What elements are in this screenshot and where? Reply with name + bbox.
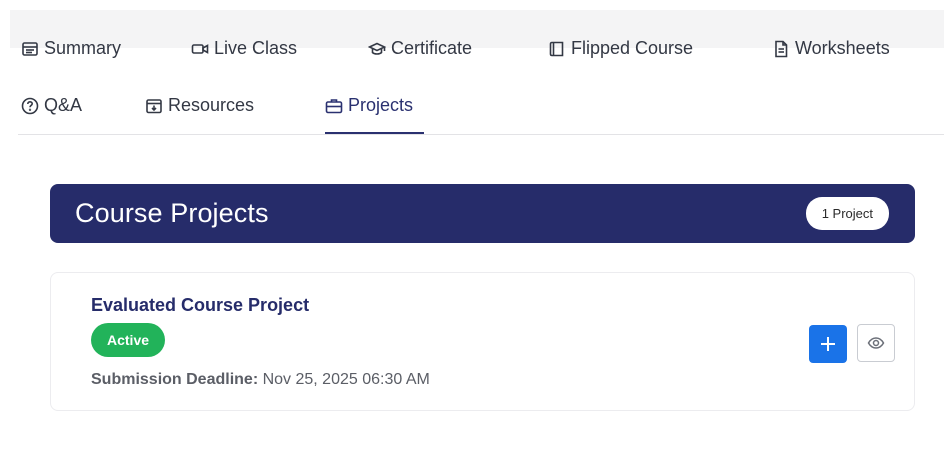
tab-resources[interactable]: Resources [145, 95, 254, 116]
tab-summary-label: Summary [44, 38, 122, 58]
tab-flipped-course-label: Flipped Course [571, 38, 694, 58]
tab-certificate-label: Certificate [391, 38, 473, 58]
add-submission-button[interactable] [809, 325, 847, 363]
download-box-icon [146, 98, 162, 113]
tab-projects-label: Projects [348, 95, 414, 115]
tab-projects[interactable]: Projects [325, 95, 413, 116]
page-title: Course Projects [75, 198, 269, 228]
plus-icon [821, 337, 835, 351]
deadline-label: Submission Deadline: [91, 371, 259, 388]
document-icon [775, 40, 788, 57]
book-icon [549, 41, 564, 56]
briefcase-icon [325, 98, 343, 113]
tab-resources-label: Resources [168, 95, 255, 115]
project-card: Evaluated Course Project Active Submissi… [50, 272, 915, 411]
view-project-button[interactable] [857, 324, 895, 362]
tab-worksheets[interactable]: Worksheets [772, 38, 890, 59]
status-badge: Active [91, 323, 166, 357]
project-count-badge: 1 Project [805, 197, 889, 230]
tab-flipped-course[interactable]: Flipped Course [548, 38, 693, 59]
eye-icon [867, 337, 885, 349]
project-title[interactable]: Evaluated Course Project [91, 295, 309, 316]
submission-deadline: Submission Deadline: Nov 25, 2025 06:30 … [91, 371, 430, 389]
tab-qa[interactable]: Q&A [21, 95, 82, 116]
deadline-value: Nov 25, 2025 06:30 AM [262, 371, 430, 388]
video-icon [191, 43, 209, 54]
course-projects-banner: Course Projects 1 Project [50, 184, 915, 243]
tab-summary[interactable]: Summary [21, 38, 121, 59]
tab-live-class[interactable]: Live Class [191, 38, 297, 59]
tab-qa-label: Q&A [44, 95, 83, 115]
tabs-divider [18, 134, 944, 135]
tab-certificate[interactable]: Certificate [368, 38, 472, 59]
graduation-cap-icon [368, 42, 386, 55]
question-icon [21, 97, 39, 114]
tab-live-class-label: Live Class [214, 38, 298, 58]
tab-worksheets-label: Worksheets [795, 38, 890, 58]
summary-icon [22, 41, 38, 56]
